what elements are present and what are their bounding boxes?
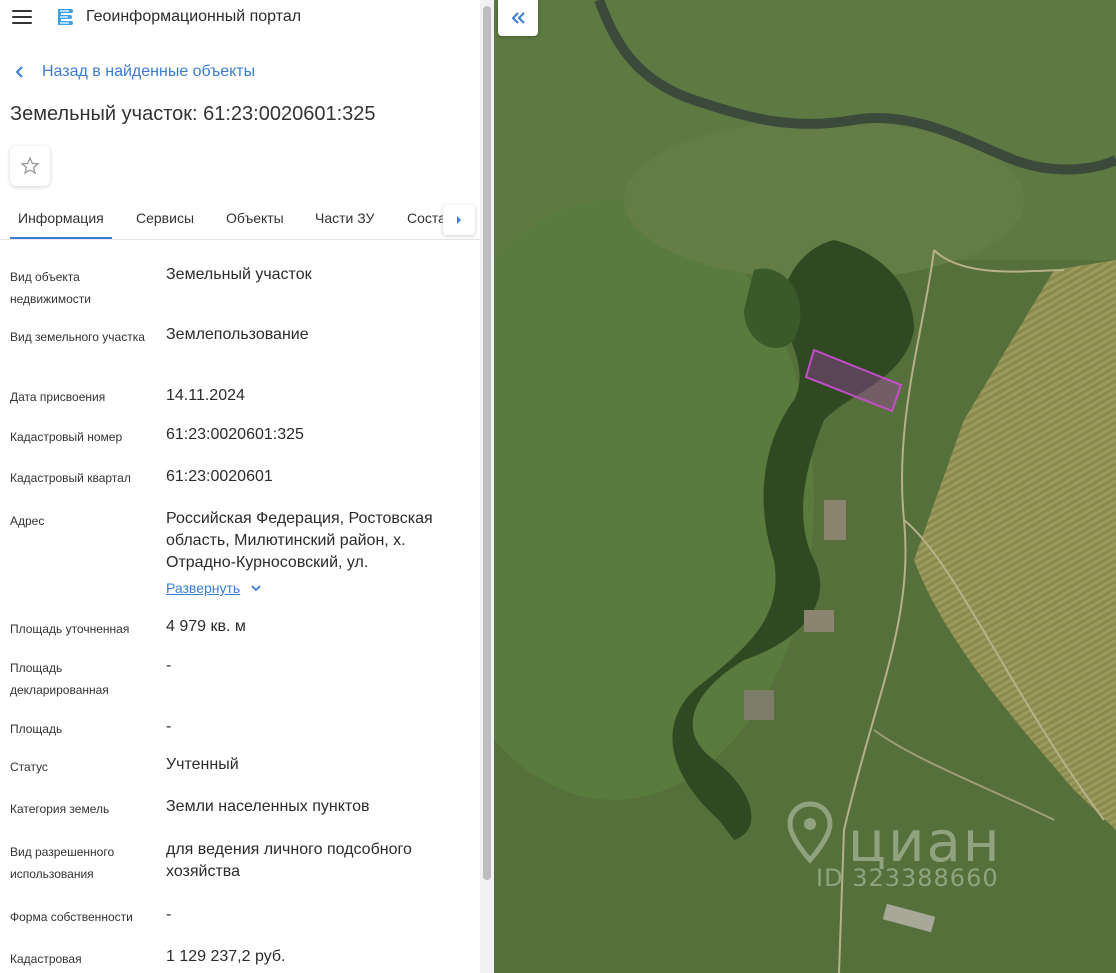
label-land-category: Категория земель: [10, 802, 110, 816]
value-address: Российская Федерация, Ростовская область…: [166, 510, 433, 571]
active-tab-indicator: [10, 237, 112, 239]
label-cadastral-quarter: Кадастровый квартал: [10, 471, 131, 485]
expand-label: Развернуть: [166, 580, 241, 596]
value-object-type: Земельный участок: [166, 266, 312, 283]
tab-bar: Информация Сервисы Объекты Части ЗУ Сост…: [0, 196, 480, 240]
satellite-imagery: [494, 0, 1116, 973]
tab-information[interactable]: Информация: [18, 210, 104, 226]
label-status: Статус: [10, 760, 48, 774]
value-status: Учтенный: [166, 756, 239, 773]
tabs-scroll-right-button[interactable]: [443, 205, 475, 235]
label-area-refined: Площадь уточненная: [10, 622, 130, 636]
caret-right-icon: [457, 216, 461, 224]
label-area: Площадь: [10, 722, 63, 736]
tab-composition[interactable]: Соста: [407, 210, 446, 226]
tab-objects[interactable]: Объекты: [226, 210, 284, 226]
double-chevron-left-icon: [511, 12, 525, 24]
tab-parts[interactable]: Части ЗУ: [315, 210, 374, 226]
portal-logo-icon: [58, 9, 73, 25]
favorite-button[interactable]: [10, 146, 50, 186]
label-address: Адрес: [10, 514, 45, 528]
hamburger-menu-icon[interactable]: [12, 10, 32, 26]
expand-address-link[interactable]: Развернуть: [166, 580, 262, 596]
label-permitted-use: Вид разрешенного использования: [10, 845, 115, 881]
value-ownership: -: [166, 906, 172, 923]
top-bar: Геоинформационный портал: [0, 0, 480, 36]
back-link[interactable]: Назад в найденные объекты: [14, 63, 255, 81]
label-object-type: Вид объекта недвижимости: [10, 270, 91, 306]
value-land-category: Земли населенных пунктов: [166, 798, 370, 815]
value-assign-date: 14.11.2024: [166, 387, 245, 404]
label-area-declared: Площадь декларированная: [10, 661, 109, 697]
info-panel: Геоинформационный портал Назад в найденн…: [0, 0, 480, 973]
label-ownership: Форма собственности: [10, 910, 133, 924]
tab-services[interactable]: Сервисы: [136, 210, 194, 226]
value-land-type: Землепользование: [166, 326, 309, 343]
label-assign-date: Дата присвоения: [10, 390, 106, 404]
panel-scrollbar-thumb[interactable]: [483, 6, 491, 880]
label-cadastral-number: Кадастровый номер: [10, 430, 123, 444]
value-area-declared: -: [166, 657, 172, 674]
page-title: Земельный участок: 61:23:0020601:325: [10, 103, 376, 125]
label-land-type: Вид земельного участка: [10, 330, 145, 344]
chevron-down-icon: [251, 585, 261, 592]
value-cadastral-quarter: 61:23:0020601: [166, 468, 273, 485]
value-permitted-use: для ведения личного подсобного хозяйства: [166, 841, 412, 880]
value-area: -: [166, 718, 172, 735]
label-cadastral-value: Кадастровая: [10, 952, 82, 966]
value-cadastral-number: 61:23:0020601:325: [166, 426, 304, 443]
value-cadastral-value: 1 129 237,2 руб.: [166, 948, 286, 965]
collapse-panel-button[interactable]: [498, 0, 538, 36]
chevron-left-icon: [15, 66, 23, 78]
satellite-map[interactable]: [494, 0, 1116, 973]
value-area-refined: 4 979 кв. м: [166, 618, 246, 635]
star-icon: [20, 156, 40, 175]
app-title: Геоинформационный портал: [86, 8, 302, 25]
back-link-label: Назад в найденные объекты: [42, 63, 256, 80]
